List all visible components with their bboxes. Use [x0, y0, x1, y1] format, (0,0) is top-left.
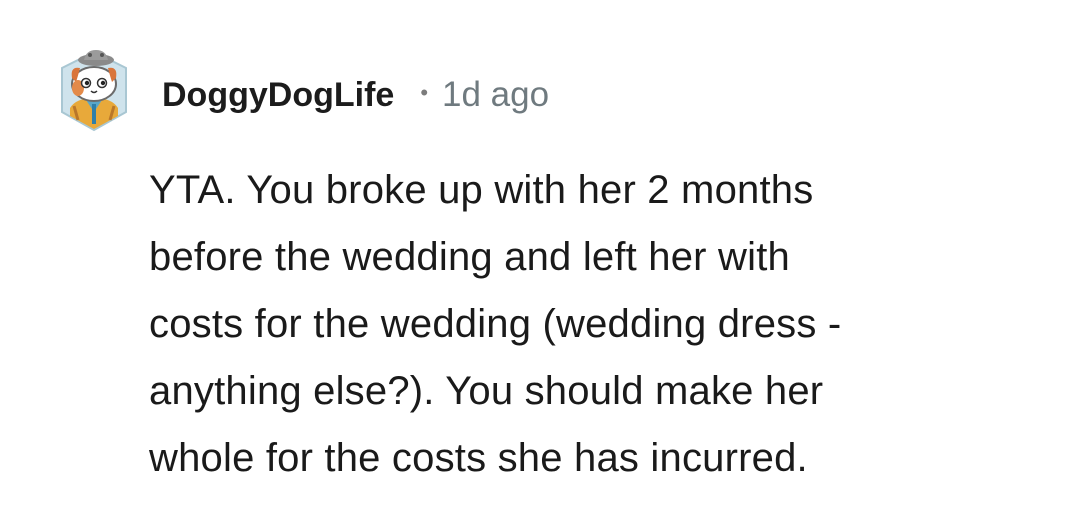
separator-dot: • [420, 80, 429, 105]
comment: DoggyDogLife • 1d ago YTA. You broke up … [0, 0, 1080, 518]
comment-body: YTA. You broke up with her 2 months befo… [149, 157, 1029, 492]
comment-body-line: anything else?). You should make her [149, 369, 824, 413]
snoo-avatar-icon[interactable] [56, 46, 132, 136]
comment-header: DoggyDogLife • 1d ago [162, 72, 549, 118]
username-link[interactable]: DoggyDogLife [162, 76, 394, 115]
comment-body-line: costs for the wedding (wedding dress - [149, 302, 842, 346]
comment-body-line: YTA. You broke up with her 2 months [149, 168, 814, 212]
timestamp: 1d ago [442, 75, 550, 114]
comment-body-line: whole for the costs she has incurred. [149, 436, 808, 480]
comment-body-line: before the wedding and left her with [149, 235, 790, 279]
